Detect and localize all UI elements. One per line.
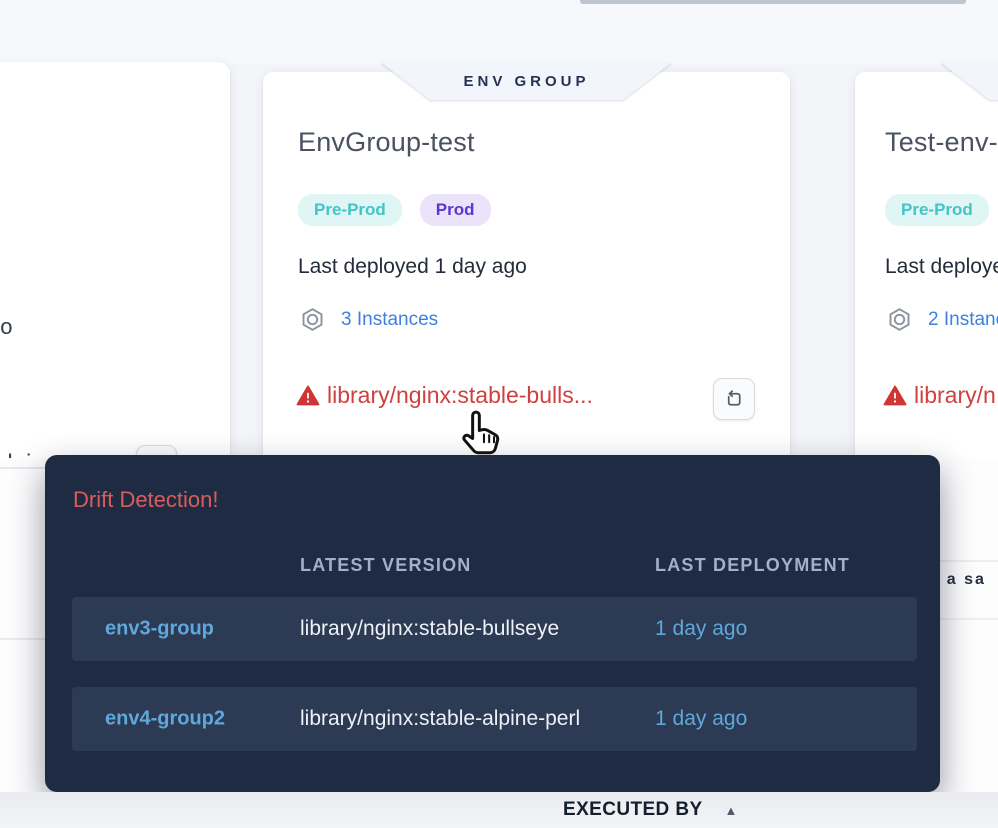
card-title: Test-env- — [885, 127, 998, 158]
background-text-fragment: t a sa — [933, 571, 986, 589]
tooltip-title: Drift Detection! — [73, 487, 219, 513]
instances-row[interactable]: 3 Instances — [299, 306, 438, 333]
table-row: env4-group2 library/nginx:stable-alpine-… — [72, 687, 917, 751]
hexnut-icon — [886, 306, 913, 333]
instances-row[interactable]: 2 Instance — [886, 306, 998, 333]
drift-row[interactable]: library/nginx:stable-bulls... — [296, 382, 593, 409]
table-divider — [938, 560, 998, 562]
copy-button[interactable] — [713, 378, 755, 420]
table-divider — [0, 467, 46, 469]
env-group-banner: ENV GROUP — [940, 62, 998, 100]
env-group-banner-label: ENV GROUP — [381, 62, 673, 100]
env-group-link[interactable]: env4-group2 — [105, 708, 225, 731]
executed-by-label: EXECUTED BY — [563, 799, 703, 821]
hexnut-icon — [299, 306, 326, 333]
warning-icon — [296, 384, 320, 408]
hand-cursor-icon — [458, 408, 504, 460]
column-header-latest-version: LATEST VERSION — [300, 555, 471, 576]
badge-row: Pre-Prod Prod — [298, 194, 491, 226]
table-divider — [0, 638, 46, 640]
drift-image-name[interactable]: library/nginx:stable-bulls... — [327, 382, 593, 409]
latest-version-value: library/nginx:stable-bullseye — [300, 617, 559, 641]
last-deployed-text: Last deploye — [885, 255, 998, 279]
preprod-badge: Pre-Prod — [298, 194, 402, 226]
env-group-banner-label: ENV GROUP — [940, 62, 998, 100]
latest-version-value: library/nginx:stable-alpine-perl — [300, 707, 580, 731]
env-group-link[interactable]: env3-group — [105, 618, 214, 641]
table-header-strip: EXECUTED BY ▲ — [0, 792, 998, 828]
table-divider — [938, 618, 998, 620]
last-deployment-value: 1 day ago — [655, 707, 747, 731]
copy-icon — [724, 389, 744, 409]
env-group-banner: ENV GROUP — [381, 62, 673, 100]
last-deployment-value: 1 day ago — [655, 617, 747, 641]
instances-link[interactable]: 3 Instances — [341, 309, 438, 331]
badge-row: Pre-Prod — [885, 194, 989, 226]
sort-ascending-icon: ▲ — [725, 803, 738, 818]
env-card-envgroup-test[interactable]: ENV GROUP EnvGroup-test Pre-Prod Prod La… — [263, 72, 790, 472]
drift-detection-tooltip: Drift Detection! LATEST VERSION LAST DEP… — [45, 455, 940, 792]
table-row: env3-group library/nginx:stable-bullseye… — [72, 597, 917, 661]
env-card-test-env-partial[interactable]: ENV GROUP Test-env- Pre-Prod Last deploy… — [855, 72, 998, 472]
drift-row[interactable]: library/n — [883, 382, 996, 409]
card-title: EnvGroup-test — [298, 127, 475, 158]
toolbar-bottom-edge — [580, 0, 966, 4]
drift-image-name[interactable]: library/n — [914, 382, 996, 409]
preprod-badge: Pre-Prod — [885, 194, 989, 226]
warning-icon — [883, 384, 907, 408]
column-header-last-deployment: LAST DEPLOYMENT — [655, 555, 850, 576]
executed-by-column-header[interactable]: EXECUTED BY ▲ — [563, 799, 737, 821]
last-deployed-text: Last deployed 1 day ago — [298, 255, 527, 279]
last-deployed-fragment: go — [0, 314, 12, 340]
instances-link[interactable]: 2 Instance — [928, 309, 998, 331]
prod-badge: Prod — [420, 194, 491, 226]
page-background: go -alpine-... ENV GROUP EnvGroup-test P… — [0, 0, 998, 828]
